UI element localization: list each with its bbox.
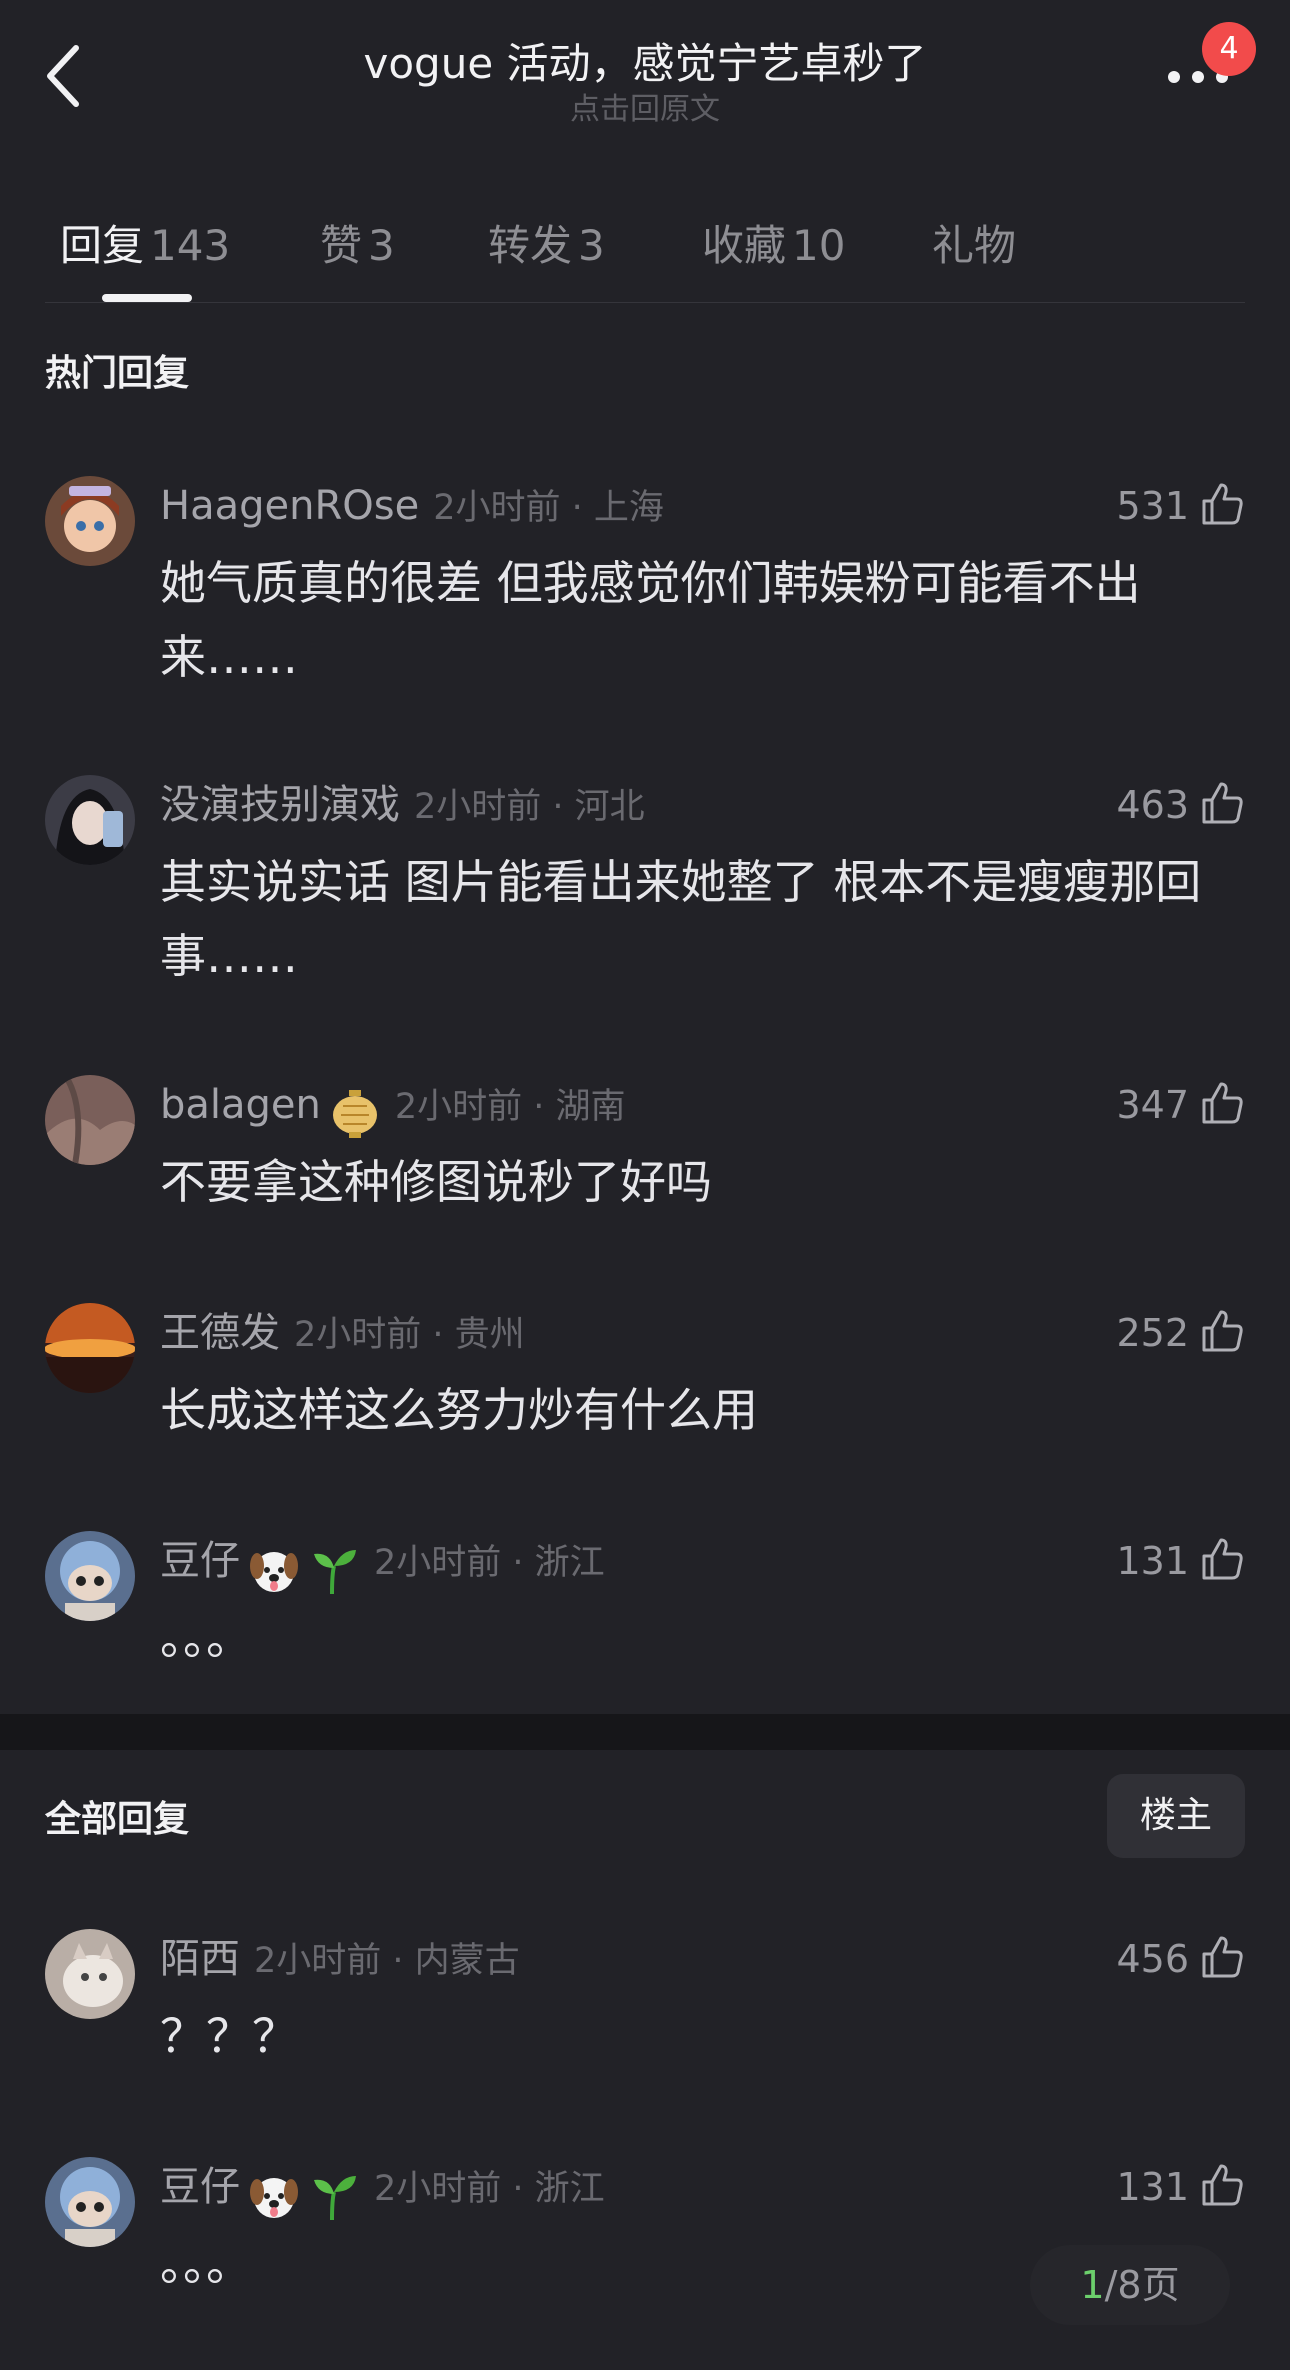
username[interactable]: 王德发 [160, 1310, 280, 1356]
username[interactable]: 豆仔 [160, 1538, 240, 1584]
divider [45, 302, 1245, 303]
comment-meta: 陌西 2小时前 · 内蒙古 [160, 1929, 520, 1989]
avatar[interactable] [45, 476, 135, 566]
nav-header: vogue 活动，感觉宁艺卓秒了 点击回原文 4 [0, 0, 1290, 150]
timestamp-location: 2小时前 · 河北 [414, 787, 645, 827]
more-dot-icon [1168, 71, 1180, 83]
hot-replies-heading: 热门回复 [45, 353, 190, 394]
like-count: 347 [1116, 1083, 1189, 1127]
comment-text: 不要拿这种修图说秒了好吗 [160, 1155, 712, 1209]
section-separator [0, 1714, 1290, 1750]
comment-text: ？？？ [160, 2009, 298, 2063]
comment-text: 长成这样这么努力炒有什么用 [160, 1383, 758, 1437]
thumbs-up-icon [1202, 1082, 1243, 1124]
tab-label: 赞 [320, 221, 363, 270]
username[interactable]: 豆仔 [160, 2164, 240, 2210]
tab-label: 回复 [60, 221, 145, 270]
like-count: 531 [1116, 484, 1189, 528]
like-button[interactable]: 531 [1116, 476, 1245, 536]
seedling-emoji-icon [308, 2170, 360, 2222]
timestamp-location: 2小时前 · 上海 [433, 488, 664, 528]
thumbs-up-icon [1202, 1538, 1243, 1580]
timestamp-location: 2小时前 · 浙江 [374, 1543, 605, 1583]
thumbs-up-icon [1202, 1310, 1243, 1352]
timestamp-location: 2小时前 · 贵州 [294, 1315, 525, 1355]
username[interactable]: 没演技别演戏 [160, 782, 400, 828]
thumbs-up-icon [1202, 483, 1243, 525]
like-count: 131 [1116, 1539, 1189, 1583]
tab-replies[interactable]: 回复 143 [60, 212, 230, 273]
avatar[interactable] [45, 1531, 135, 1621]
avatar[interactable] [45, 775, 135, 865]
tab-gifts[interactable]: 礼物 [932, 212, 1016, 273]
more-dot-icon [1192, 71, 1204, 83]
back-to-original-link[interactable]: 点击回原文 [0, 84, 1290, 128]
like-count: 131 [1116, 2165, 1189, 2209]
comment-meta: 豆仔 2小时前 · 浙江 [160, 1531, 605, 1594]
like-count: 252 [1116, 1311, 1189, 1355]
tab-reposts[interactable]: 转发 3 [488, 212, 605, 273]
tab-count: 3 [578, 221, 605, 270]
comment-meta: balagen 2小时前 · 湖南 [160, 1075, 626, 1138]
username[interactable]: balagen [160, 1082, 321, 1128]
tab-likes[interactable]: 赞3 [320, 212, 395, 273]
timestamp-location: 2小时前 · 湖南 [394, 1087, 626, 1127]
lantern-emoji-icon [329, 1088, 381, 1140]
tab-count: 143 [150, 221, 231, 270]
tab-label: 转发 [488, 221, 573, 270]
username[interactable]: HaagenROse [160, 483, 419, 529]
comment-meta: HaagenROse 2小时前 · 上海 [160, 476, 664, 536]
tab-bar: 回复 143 赞3 转发 3 收藏 10 礼物 [0, 200, 1290, 304]
seedling-emoji-icon [308, 1544, 360, 1596]
timestamp-location: 2小时前 · 内蒙古 [254, 1941, 520, 1981]
comment-text: 其实说实话 图片能看出来她整了 根本不是瘦瘦那回事…… [160, 855, 1202, 983]
dog-emoji-icon [248, 2170, 300, 2222]
all-replies-heading: 全部回复 [45, 1799, 190, 1840]
like-count: 456 [1116, 1937, 1189, 1981]
current-page: 1 [1080, 2263, 1105, 2307]
comment-text: 。。。 [160, 1611, 252, 1665]
thumbs-up-icon [1202, 782, 1243, 824]
comment-meta: 豆仔 2小时前 · 浙江 [160, 2157, 605, 2220]
like-count: 463 [1116, 783, 1189, 827]
post-title[interactable]: vogue 活动，感觉宁艺卓秒了 [0, 30, 1290, 91]
like-button[interactable]: 456 [1116, 1929, 1245, 1989]
avatar[interactable] [45, 1075, 135, 1165]
like-button[interactable]: 131 [1116, 2157, 1245, 2217]
avatar[interactable] [45, 1303, 135, 1393]
like-button[interactable]: 347 [1116, 1075, 1245, 1135]
op-only-filter-button[interactable]: 楼主 [1107, 1774, 1245, 1858]
tab-count: 3 [368, 221, 395, 270]
avatar[interactable] [45, 1929, 135, 2019]
active-tab-indicator [102, 294, 192, 302]
comment-text: 她气质真的很差 但我感觉你们韩娱粉可能看不出来…… [160, 556, 1141, 684]
thumbs-up-icon [1202, 1936, 1243, 1978]
like-button[interactable]: 463 [1116, 775, 1245, 835]
total-pages: /8页 [1104, 2263, 1180, 2307]
avatar[interactable] [45, 2157, 135, 2247]
page-indicator[interactable]: 1/8页 [1030, 2245, 1230, 2325]
tab-count: 10 [792, 221, 846, 270]
comment-meta: 没演技别演戏 2小时前 · 河北 [160, 775, 645, 835]
tab-label: 收藏 [702, 221, 787, 270]
comment-meta: 王德发 2小时前 · 贵州 [160, 1303, 525, 1363]
thumbs-up-icon [1202, 2164, 1243, 2206]
tab-label: 礼物 [932, 221, 1017, 270]
like-button[interactable]: 131 [1116, 1531, 1245, 1591]
like-button[interactable]: 252 [1116, 1303, 1245, 1363]
username[interactable]: 陌西 [160, 1936, 240, 1982]
dog-emoji-icon [248, 1544, 300, 1596]
tab-favorites[interactable]: 收藏 10 [702, 212, 845, 273]
notification-badge: 4 [1202, 22, 1256, 76]
timestamp-location: 2小时前 · 浙江 [374, 2169, 605, 2209]
